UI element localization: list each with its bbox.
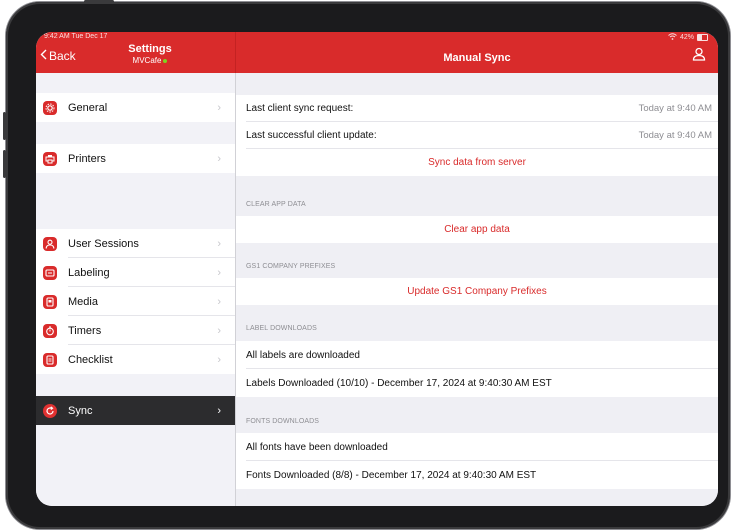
section-header: FONTS DOWNLOADS bbox=[246, 418, 320, 425]
label-icon bbox=[43, 265, 57, 280]
back-label: Back bbox=[49, 49, 76, 63]
clear-app-data-group: Clear app data bbox=[236, 216, 718, 243]
power-button bbox=[84, 0, 114, 3]
sidebar-item-checklist[interactable]: Checklist › bbox=[36, 345, 235, 374]
last-successful-update-row: Last successful client update: Today at … bbox=[236, 122, 718, 149]
chevron-right-icon: › bbox=[217, 353, 221, 366]
status-time: 9:42 AM Tue Dec 17 bbox=[44, 33, 108, 40]
last-successful-update-value: Today at 9:40 AM bbox=[638, 130, 712, 141]
sidebar-item-media[interactable]: Media › bbox=[36, 287, 235, 316]
timer-icon bbox=[43, 323, 57, 338]
label-downloads-group: All labels are downloaded Labels Downloa… bbox=[236, 341, 718, 397]
sidebar-item-label: Media bbox=[68, 295, 98, 308]
font-download-detail: Fonts Downloaded (8/8) - December 17, 20… bbox=[246, 469, 537, 481]
gs1-prefixes-group: Update GS1 Company Prefixes bbox=[236, 278, 718, 305]
sidebar-item-labeling[interactable]: Labeling › bbox=[36, 258, 235, 287]
update-gs1-prefixes-button[interactable]: Update GS1 Company Prefixes bbox=[236, 278, 718, 305]
manual-sync-panel: Last client sync request: Today at 9:40 … bbox=[236, 73, 718, 506]
sidebar-item-label: Printers bbox=[68, 152, 106, 165]
sidebar-item-sync[interactable]: Sync › bbox=[36, 396, 235, 425]
chevron-right-icon: › bbox=[217, 101, 221, 114]
section-header: GS1 COMPANY PREFIXES bbox=[246, 263, 336, 270]
section-header: LABEL DOWNLOADS bbox=[246, 325, 317, 332]
media-icon bbox=[43, 294, 57, 309]
sync-data-from-server-button[interactable]: Sync data from server bbox=[236, 149, 718, 176]
sidebar-item-label: General bbox=[68, 101, 108, 114]
sidebar-item-printers[interactable]: Printers › bbox=[36, 144, 235, 173]
last-successful-update-label: Last successful client update: bbox=[246, 130, 377, 141]
sidebar-item-timers[interactable]: Timers › bbox=[36, 316, 235, 345]
sidebar-item-label: Checklist bbox=[68, 353, 113, 366]
last-sync-request-row: Last client sync request: Today at 9:40 … bbox=[236, 95, 718, 122]
sidebar-item-label: Labeling bbox=[68, 266, 110, 279]
sidebar-group-features: User Sessions › Labeling › Media › Timer… bbox=[36, 229, 235, 374]
status-indicators: 42% bbox=[668, 33, 708, 42]
sidebar-group-general: General › bbox=[36, 93, 235, 122]
chevron-right-icon: › bbox=[217, 237, 221, 250]
clear-app-data-button[interactable]: Clear app data bbox=[236, 216, 718, 243]
sidebar-group-sync: Sync › bbox=[36, 396, 235, 425]
sidebar-group-printers: Printers › bbox=[36, 144, 235, 173]
back-button[interactable]: Back bbox=[40, 49, 76, 63]
sync-icon bbox=[43, 403, 57, 418]
sidebar-item-label: Sync bbox=[68, 404, 93, 417]
section-header: CLEAR APP DATA bbox=[246, 201, 306, 208]
label-download-status-row: All labels are downloaded bbox=[236, 341, 718, 369]
font-downloads-group: All fonts have been downloaded Fonts Dow… bbox=[236, 433, 718, 489]
wifi-icon bbox=[668, 33, 677, 42]
sidebar-item-user-sessions[interactable]: User Sessions › bbox=[36, 229, 235, 258]
volume-button bbox=[3, 112, 6, 140]
venue-indicator: MVCafe bbox=[110, 56, 190, 65]
person-icon bbox=[43, 236, 57, 251]
settings-title-block: Settings MVCafe bbox=[110, 43, 190, 65]
last-sync-request-value: Today at 9:40 AM bbox=[638, 103, 712, 114]
battery-percent: 42% bbox=[679, 34, 694, 41]
checklist-icon bbox=[43, 352, 57, 367]
chevron-left-icon bbox=[40, 49, 47, 63]
label-download-detail: Labels Downloaded (10/10) - December 17,… bbox=[246, 377, 552, 389]
page-title: Manual Sync bbox=[443, 52, 511, 64]
sidebar-item-label: Timers bbox=[68, 324, 102, 337]
volume-button bbox=[3, 150, 6, 178]
chevron-right-icon: › bbox=[217, 295, 221, 308]
screen: 9:42 AM Tue Dec 17 42% Back Settings MVC… bbox=[36, 32, 718, 506]
chevron-right-icon: › bbox=[217, 266, 221, 279]
settings-sidebar: General › Printers › User Sessions › Lab… bbox=[36, 73, 236, 506]
online-status-dot bbox=[163, 58, 168, 63]
printer-icon bbox=[43, 151, 57, 166]
battery-icon bbox=[697, 34, 708, 41]
tablet-frame: 9:42 AM Tue Dec 17 42% Back Settings MVC… bbox=[3, 0, 730, 529]
chevron-right-icon: › bbox=[217, 324, 221, 337]
font-download-detail-row: Fonts Downloaded (8/8) - December 17, 20… bbox=[236, 461, 718, 489]
sync-status-group: Last client sync request: Today at 9:40 … bbox=[236, 95, 718, 176]
sidebar-item-label: User Sessions bbox=[68, 237, 139, 250]
user-icon[interactable] bbox=[692, 47, 706, 66]
gear-icon bbox=[43, 100, 57, 115]
chevron-right-icon: › bbox=[217, 152, 221, 165]
sidebar-item-general[interactable]: General › bbox=[36, 93, 235, 122]
chevron-right-icon: › bbox=[217, 404, 221, 417]
navigation-bar: 9:42 AM Tue Dec 17 42% Back Settings MVC… bbox=[36, 32, 718, 73]
label-download-detail-row: Labels Downloaded (10/10) - December 17,… bbox=[236, 369, 718, 397]
font-download-status: All fonts have been downloaded bbox=[246, 441, 388, 453]
last-sync-request-label: Last client sync request: bbox=[246, 103, 354, 114]
venue-name: MVCafe bbox=[132, 56, 162, 65]
label-download-status: All labels are downloaded bbox=[246, 349, 360, 361]
font-download-status-row: All fonts have been downloaded bbox=[236, 433, 718, 461]
settings-title: Settings bbox=[128, 43, 172, 55]
